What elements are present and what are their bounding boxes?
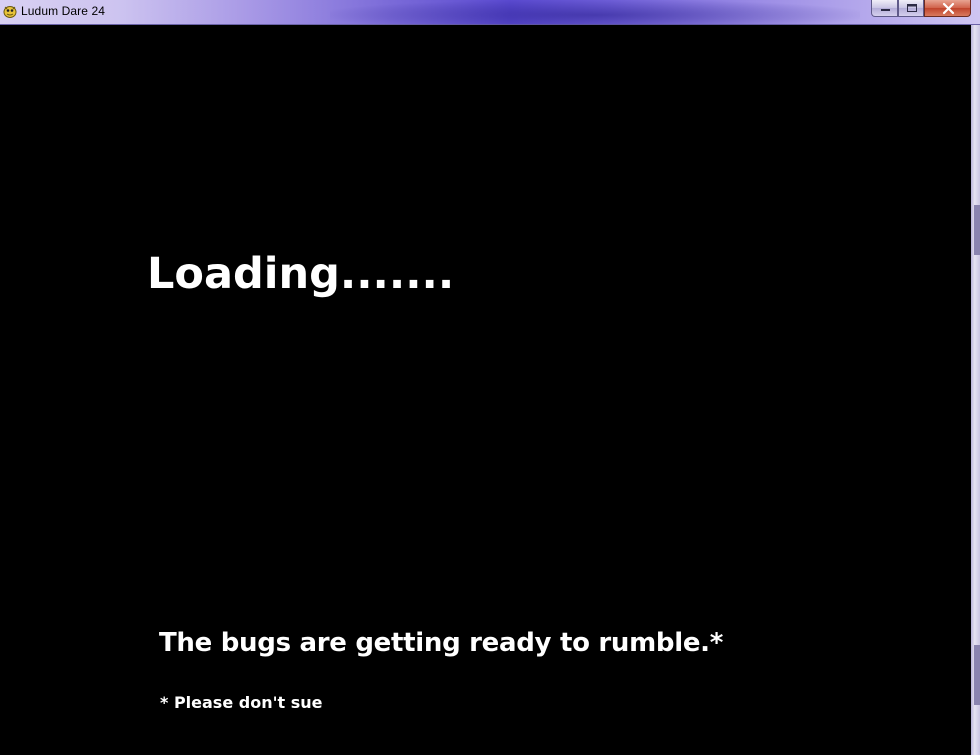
title-bar[interactable]: Ludum Dare 24 [0,0,980,25]
loading-tagline: The bugs are getting ready to rumble.* [159,628,724,658]
minimize-icon [881,9,890,11]
window-right-border [971,25,980,755]
border-shade [974,205,980,255]
maximize-button[interactable] [898,0,924,17]
game-canvas[interactable]: Loading....... The bugs are getting read… [0,25,971,755]
loading-footnote: * Please don't sue [160,693,323,712]
maximize-icon [907,4,917,12]
window-title: Ludum Dare 24 [21,4,106,18]
close-button[interactable] [924,0,971,17]
minimize-button[interactable] [871,0,898,17]
title-bar-glow [330,0,860,25]
loading-text: Loading....... [147,249,455,299]
close-icon [942,2,955,15]
pygame-snake-icon[interactable] [2,3,18,19]
game-window: Ludum Dare 24 Loading....... The bugs ar… [0,0,980,755]
border-shade [974,645,980,705]
